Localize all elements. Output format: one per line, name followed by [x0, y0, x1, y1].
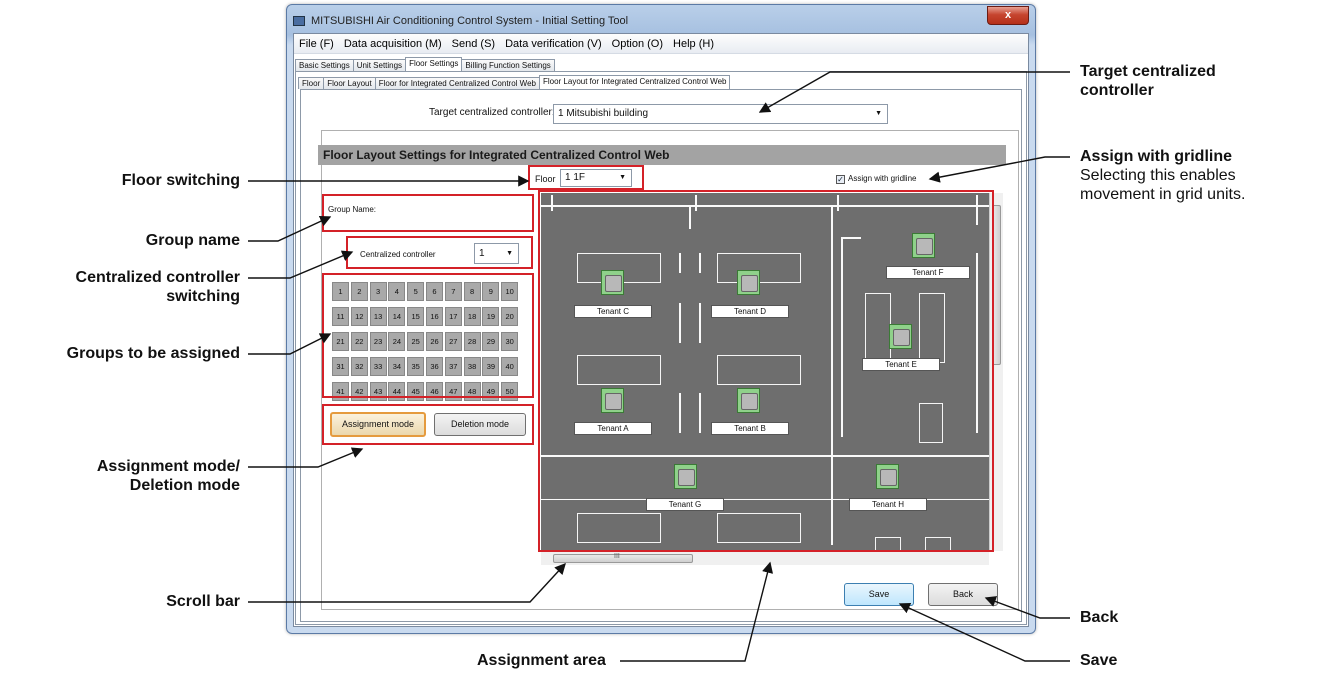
tab-floor-layout-integrated-web[interactable]: Floor Layout for Integrated Centralized …: [538, 75, 731, 89]
callout-floor-switching: Floor switching: [121, 172, 240, 189]
callout-desc: Selecting this enables: [1080, 167, 1236, 184]
callout-line: Target centralized: [1080, 63, 1216, 80]
callout-line: Assign with gridline: [1080, 148, 1233, 165]
callout-gridline: Assign with gridline Selecting this enab…: [1080, 147, 1318, 204]
callout-line: Centralized controller: [75, 269, 240, 286]
callout-scroll-bar: Scroll bar: [166, 593, 240, 610]
callout-lines: [248, 71, 1070, 662]
callout-line: Deletion mode: [129, 477, 240, 494]
callout-line: switching: [166, 288, 240, 305]
callout-controller-switching: Centralized controller switching: [10, 268, 240, 306]
callout-group-name: Group name: [145, 232, 240, 249]
callout-target-controller: Target centralized controller: [1080, 62, 1315, 100]
callout-back: Back: [1080, 609, 1119, 626]
callout-desc: movement in grid units.: [1080, 186, 1246, 203]
tab-floor-settings[interactable]: Floor Settings: [405, 57, 463, 71]
callout-groups: Groups to be assigned: [66, 345, 240, 362]
callout-line: Assignment mode/: [96, 458, 240, 475]
callout-line: controller: [1080, 82, 1154, 99]
callout-mode: Assignment mode/ Deletion mode: [10, 457, 240, 495]
callout-save: Save: [1080, 652, 1118, 669]
callout-assignment-area: Assignment area: [477, 652, 606, 669]
